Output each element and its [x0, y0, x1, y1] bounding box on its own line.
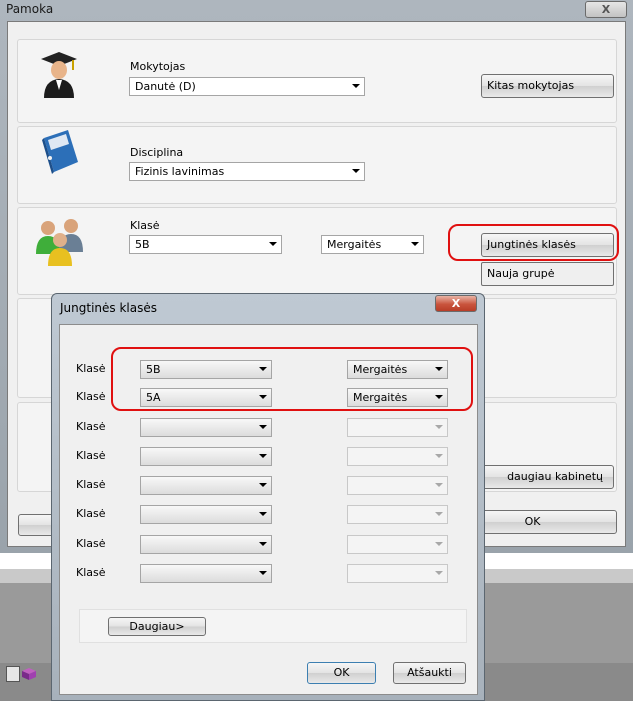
- chevron-down-icon: [435, 454, 443, 458]
- window-title: Pamoka: [6, 2, 54, 16]
- close-icon: X: [451, 297, 461, 310]
- chevron-down-icon: [435, 542, 443, 546]
- more-rooms-button[interactable]: daugiau kabinetų: [481, 465, 614, 489]
- row-group-select: [347, 535, 448, 554]
- dialog-title: Jungtinės klasės: [60, 301, 157, 315]
- teacher-select-value: Danutė (D): [135, 80, 196, 93]
- highlight-ring: [111, 347, 473, 411]
- joint-classes-dialog: Jungtinės klasės X Klasė 5B Mergaitės Kl…: [51, 293, 485, 701]
- close-button[interactable]: X: [585, 1, 627, 18]
- discipline-label: Disciplina: [130, 146, 184, 159]
- row-label: Klasė: [76, 537, 106, 550]
- row-label: Klasė: [76, 420, 106, 433]
- row-class-select[interactable]: [140, 447, 272, 466]
- class-select-value: 5B: [135, 238, 150, 251]
- discipline-panel: Disciplina Fizinis lavinimas: [17, 126, 617, 204]
- dialog-ok-button[interactable]: OK: [307, 662, 376, 684]
- row-group-select: [347, 564, 448, 583]
- chevron-down-icon: [352, 169, 360, 173]
- group-select-value: Mergaitės: [327, 238, 382, 251]
- group-select[interactable]: Mergaitės: [321, 235, 424, 254]
- row-group-select: [347, 418, 448, 437]
- chevron-down-icon: [435, 483, 443, 487]
- row-class-select[interactable]: [140, 564, 272, 583]
- row-class-select[interactable]: [140, 505, 272, 524]
- highlight-ring: [448, 224, 619, 261]
- row-label: Klasė: [76, 478, 106, 491]
- row-group-select: [347, 447, 448, 466]
- more-button[interactable]: Daugiau>: [108, 617, 206, 636]
- row-group-select: [347, 476, 448, 495]
- more-panel: Daugiau>: [79, 609, 467, 643]
- chevron-down-icon: [435, 425, 443, 429]
- chevron-down-icon: [259, 512, 267, 516]
- book-icon: [42, 130, 78, 174]
- row-label: Klasė: [76, 507, 106, 520]
- graduate-icon: [41, 52, 77, 98]
- new-group-button[interactable]: Nauja grupė: [481, 262, 614, 286]
- dialog-close-button[interactable]: X: [435, 295, 477, 312]
- people-icon: [36, 219, 83, 266]
- row-label: Klasė: [76, 362, 106, 375]
- chevron-down-icon: [435, 571, 443, 575]
- chevron-down-icon: [435, 512, 443, 516]
- row-class-select[interactable]: [140, 418, 272, 437]
- teacher-panel: Mokytojas Danutė (D) Kitas mokytojas: [17, 39, 617, 123]
- row-group-select: [347, 505, 448, 524]
- row-class-select[interactable]: [140, 476, 272, 495]
- chevron-down-icon: [259, 483, 267, 487]
- teacher-select[interactable]: Danutė (D): [129, 77, 365, 96]
- chevron-down-icon: [259, 454, 267, 458]
- row-label: Klasė: [76, 390, 106, 403]
- other-teacher-button[interactable]: Kitas mokytojas: [481, 74, 614, 98]
- class-label: Klasė: [130, 219, 160, 232]
- chevron-down-icon: [259, 542, 267, 546]
- row-label: Klasė: [76, 449, 106, 462]
- close-icon: X: [601, 3, 611, 16]
- teacher-label: Mokytojas: [130, 60, 186, 73]
- dialog-cancel-button[interactable]: Atšaukti: [393, 662, 466, 684]
- chevron-down-icon: [269, 242, 277, 246]
- chevron-down-icon: [259, 571, 267, 575]
- discipline-select[interactable]: Fizinis lavinimas: [129, 162, 365, 181]
- chevron-down-icon: [352, 84, 360, 88]
- row-class-select[interactable]: [140, 535, 272, 554]
- dialog-client: Klasė 5B Mergaitės Klasė 5A Mergaitės Kl…: [59, 324, 478, 695]
- discipline-select-value: Fizinis lavinimas: [135, 165, 225, 178]
- chevron-down-icon: [411, 242, 419, 246]
- chevron-down-icon: [259, 425, 267, 429]
- class-select[interactable]: 5B: [129, 235, 282, 254]
- row-label: Klasė: [76, 566, 106, 579]
- sheet-tab[interactable]: [6, 666, 20, 682]
- cube-icon: [22, 668, 36, 680]
